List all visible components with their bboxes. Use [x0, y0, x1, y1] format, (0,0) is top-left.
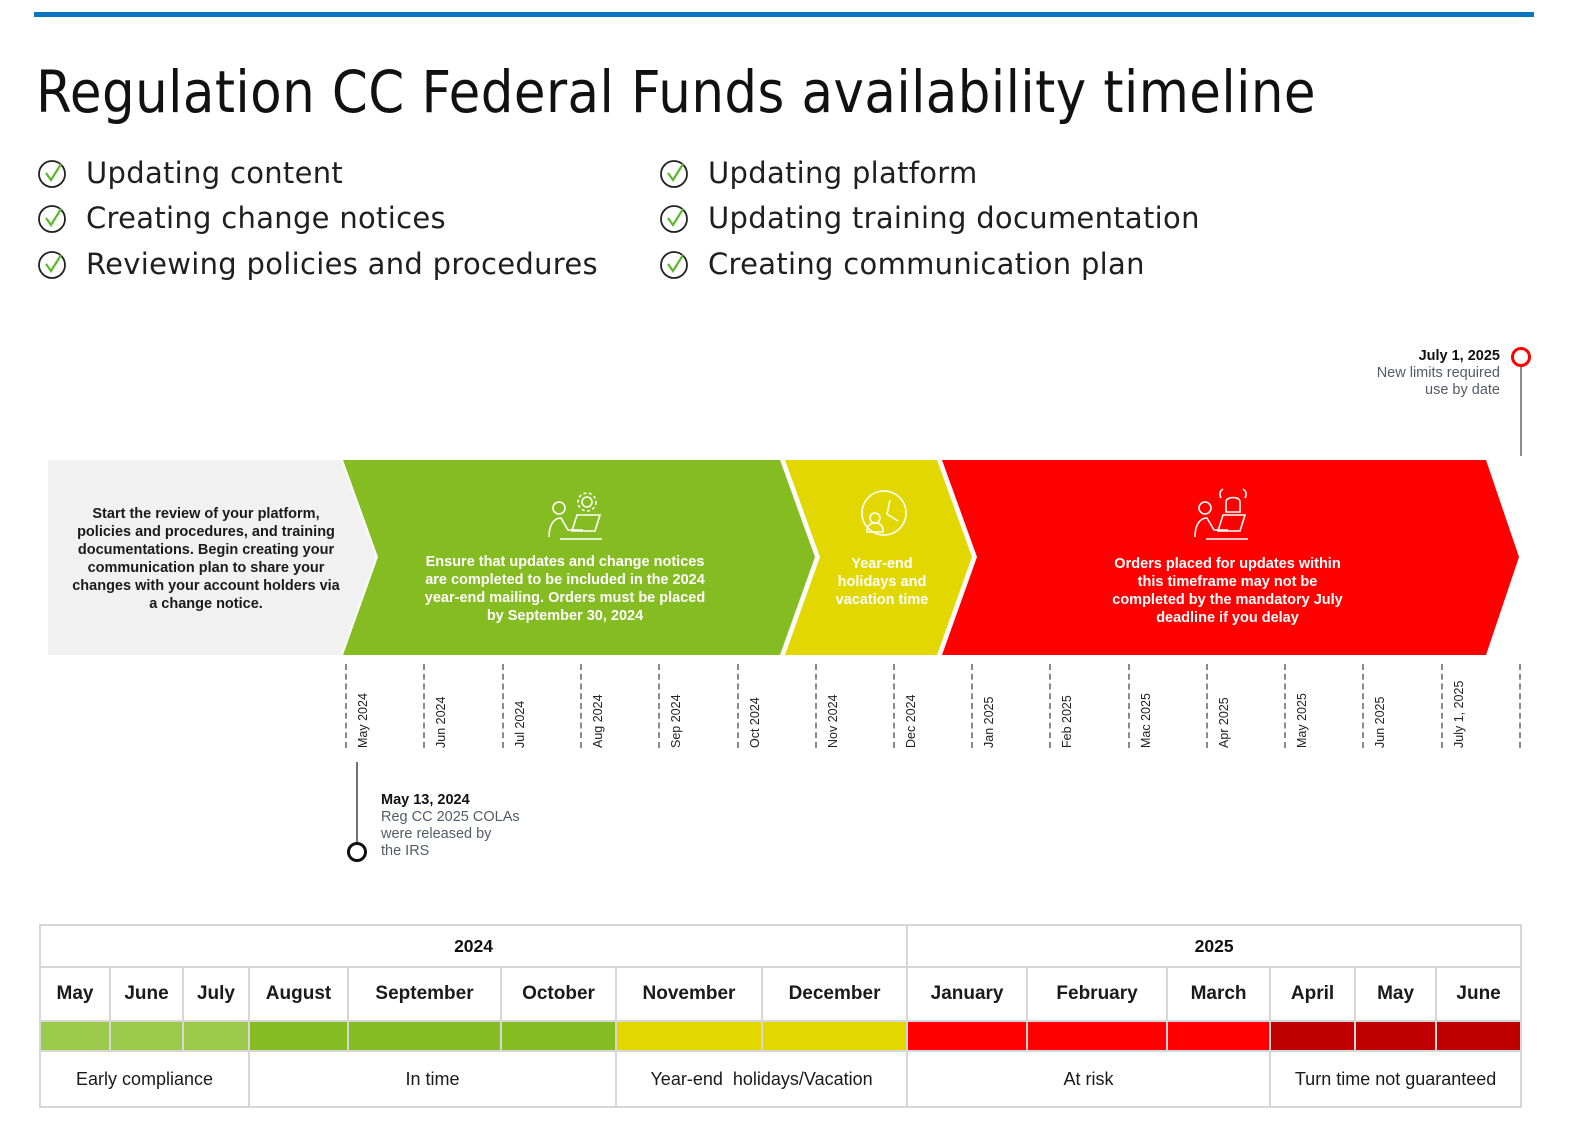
- legend-color-swatch: [39, 1020, 111, 1052]
- start-milestone-desc-3: the IRS: [381, 843, 430, 859]
- timeline-tick-label: Jun 2024: [434, 696, 448, 748]
- timeline-tick: [1284, 664, 1286, 748]
- legend-month-cell: June: [1435, 966, 1523, 1022]
- end-milestone-label: July 1, 2025 New limits required use by …: [1300, 348, 1500, 399]
- legend-status-cell: Early compliance: [39, 1050, 250, 1108]
- timeline-tick: [658, 664, 660, 748]
- timeline-tick-label: Aug 2024: [591, 694, 605, 748]
- legend-status-row: Early compliance In time Year-end holidays…: [39, 1050, 1523, 1108]
- end-milestone-date: July 1, 2025: [1418, 348, 1500, 364]
- timeline-tick-label: Jul 2024: [513, 700, 527, 748]
- timeline-tick-label: Jan 2025: [982, 696, 996, 748]
- timeline-tick-label: May 2024: [356, 693, 370, 748]
- legend-month-cell: December: [760, 966, 909, 1022]
- legend-color-swatch: [1354, 1020, 1438, 1052]
- timeline-tick: [1128, 664, 1130, 748]
- legend-month-row: May June July August September October Novembe…: [39, 966, 1523, 1022]
- timeline-tick: [345, 664, 347, 748]
- timeline-tick: [423, 664, 425, 748]
- legend-color-swatch: [906, 1020, 1029, 1052]
- legend-year-row: 2024 2025: [38, 924, 1523, 968]
- legend-color-swatch: [760, 1020, 909, 1052]
- timeline-tick-label: Apr 2025: [1217, 697, 1231, 748]
- legend-color-swatch: [347, 1020, 502, 1052]
- timeline-tick: [815, 664, 817, 748]
- legend-year-cell: 2024: [38, 924, 909, 968]
- start-milestone-desc-1: Reg CC 2025 COLAs: [381, 809, 520, 825]
- legend-status-cell: Turn time not guaranteed: [1269, 1050, 1523, 1108]
- phase-risk-text: Orders placed for updates within this ti…: [1112, 556, 1343, 626]
- legend-month-cell: March: [1166, 966, 1272, 1022]
- start-milestone-desc-2: were released by: [381, 826, 492, 842]
- timeline-tick: [1519, 664, 1521, 748]
- legend-month-cell: January: [906, 966, 1029, 1022]
- legend-month-cell: May: [39, 966, 111, 1022]
- timeline-tick-label: Jun 2025: [1373, 696, 1387, 748]
- legend-color-row: [39, 1020, 1523, 1052]
- legend-color-swatch: [1269, 1020, 1357, 1052]
- legend-color-swatch: [1435, 1020, 1523, 1052]
- timeline-tick-label: Nov 2024: [826, 694, 840, 748]
- timeline-tick: [580, 664, 582, 748]
- timeline-tick-label: Sep 2024: [669, 694, 683, 748]
- legend-color-swatch: [615, 1020, 763, 1052]
- legend-color-swatch: [1026, 1020, 1169, 1052]
- legend-month-cell: November: [615, 966, 763, 1022]
- timeline-tick: [1441, 664, 1443, 748]
- legend-month-cell: April: [1269, 966, 1357, 1022]
- end-milestone-desc-2: use by date: [1425, 382, 1500, 398]
- legend-color-swatch: [1166, 1020, 1272, 1052]
- timeline-tick: [1049, 664, 1051, 748]
- legend-status-cell: In time: [248, 1050, 617, 1108]
- timeline-tick: [1206, 664, 1208, 748]
- end-milestone-desc-1: New limits required: [1376, 365, 1500, 381]
- timeline-tick-label: Oct 2024: [748, 697, 762, 748]
- legend-month-cell: July: [182, 966, 250, 1022]
- legend-month-cell: August: [248, 966, 349, 1022]
- phase-update-text: Ensure that updates and change notices a…: [424, 554, 706, 624]
- timeline-tick-label: Dec 2024: [904, 694, 918, 748]
- legend-color-swatch: [500, 1020, 617, 1052]
- legend-month-cell: February: [1026, 966, 1169, 1022]
- timeline-tick-label: Mac 2025: [1139, 693, 1153, 748]
- timeline-tick: [971, 664, 973, 748]
- legend-month-cell: October: [500, 966, 617, 1022]
- timeline-tick-label: July 1, 2025: [1452, 680, 1466, 748]
- legend-color-swatch: [248, 1020, 349, 1052]
- timeline-tick-label: May 2025: [1295, 693, 1309, 748]
- legend-month-cell: June: [109, 966, 184, 1022]
- end-milestone-marker: [1511, 347, 1531, 367]
- legend-color-swatch: [182, 1020, 250, 1052]
- legend-table: 2024 2025 May June July August September Octob…: [38, 924, 1523, 1108]
- start-milestone-marker: [347, 842, 367, 862]
- timeline-tick: [1362, 664, 1364, 748]
- timeline-tick-label: Feb 2025: [1060, 695, 1074, 748]
- timeline-tick: [893, 664, 895, 748]
- timeline-tick: [737, 664, 739, 748]
- legend-status-cell: At risk: [906, 1050, 1272, 1108]
- phase-holiday-text: Year-end holidays and vacation time: [835, 556, 929, 608]
- legend-color-swatch: [109, 1020, 184, 1052]
- start-milestone-date: May 13, 2024: [381, 792, 470, 808]
- legend-status-cell: Year-end holidays/Vacation: [614, 1050, 909, 1108]
- legend-month-cell: September: [347, 966, 502, 1022]
- timeline-tick: [502, 664, 504, 748]
- phase-review-text: Start the review of your platform, polic…: [72, 506, 340, 612]
- legend-year-cell: 2025: [906, 924, 1523, 968]
- legend-month-cell: May: [1354, 966, 1438, 1022]
- start-milestone-label: May 13, 2024 Reg CC 2025 COLAs were rele…: [381, 792, 581, 860]
